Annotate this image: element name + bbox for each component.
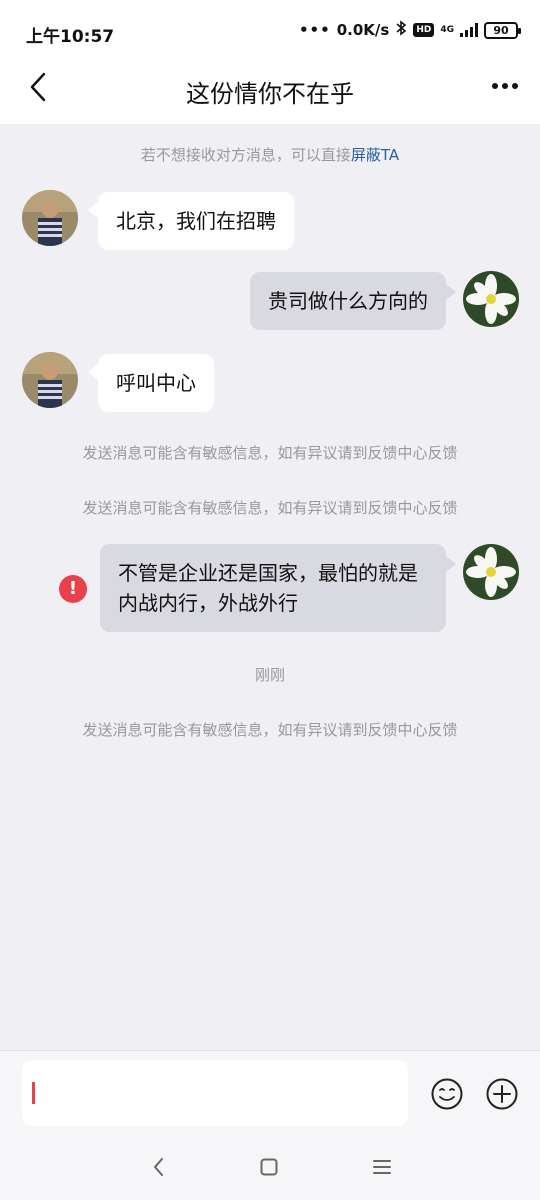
plus-circle-icon xyxy=(486,1078,518,1110)
page-title: 这份情你不在乎 xyxy=(186,80,354,108)
nav-menu-icon xyxy=(373,1160,391,1174)
message-timestamp: 刚刚 xyxy=(254,666,285,684)
system-navigation-bar xyxy=(0,1136,540,1200)
message-bubble-incoming[interactable]: 北京，我们在招聘 xyxy=(98,192,294,250)
bubble-tail xyxy=(446,556,456,572)
text-caret xyxy=(32,1082,35,1104)
more-options-button[interactable] xyxy=(490,74,520,98)
nav-back-icon xyxy=(154,1158,163,1176)
bluetooth-icon xyxy=(395,20,407,40)
more-dots-icon xyxy=(492,83,518,89)
network-speed: 0.0K/s xyxy=(336,21,390,39)
my-avatar[interactable] xyxy=(463,271,519,327)
notification-dots-icon: ••• xyxy=(298,21,331,39)
contact-avatar[interactable] xyxy=(22,190,78,246)
status-indicators: ••• 0.0K/s HD 4G 90 xyxy=(298,20,521,40)
bubble-tail xyxy=(88,364,98,380)
chat-area[interactable]: 若不想接收对方消息，可以直接屏蔽TA 北京，我们在招聘 贵司做什么方向的 呼叫中… xyxy=(0,124,540,1050)
message-bubble-outgoing[interactable]: 贵司做什么方向的 xyxy=(250,272,446,330)
battery-icon: 90 xyxy=(484,21,521,39)
message-bubble-incoming[interactable]: 呼叫中心 xyxy=(98,354,214,412)
nav-home-button[interactable] xyxy=(259,1157,279,1177)
more-actions-button[interactable] xyxy=(485,1077,519,1111)
signal-icon xyxy=(460,23,478,37)
system-notice: 发送消息可能含有敏感信息，如有异议请到反馈中心反馈 xyxy=(82,444,458,462)
block-user-link[interactable]: 屏蔽TA xyxy=(351,146,399,164)
status-bar: 上午10:57 ••• 0.0K/s HD 4G 90 xyxy=(0,0,540,62)
input-bar xyxy=(0,1050,540,1136)
bubble-tail xyxy=(88,202,98,218)
network-type: 4G xyxy=(440,24,454,35)
nav-home-icon xyxy=(260,1158,278,1176)
message-bubble-outgoing[interactable]: 不管是企业还是国家，最怕的就是内战内行，外战外行 xyxy=(100,544,446,632)
contact-avatar[interactable] xyxy=(22,352,78,408)
emoji-button[interactable] xyxy=(430,1077,464,1111)
send-failed-icon[interactable]: ! xyxy=(59,575,87,603)
my-avatar[interactable] xyxy=(463,544,519,600)
message-input[interactable] xyxy=(22,1060,408,1126)
nav-back-button[interactable] xyxy=(148,1156,170,1178)
block-notice: 若不想接收对方消息，可以直接屏蔽TA xyxy=(0,144,540,165)
status-time: 上午10:57 xyxy=(26,27,115,47)
chat-header: 这份情你不在乎 xyxy=(0,62,540,124)
smiley-icon xyxy=(431,1078,463,1110)
block-notice-text: 若不想接收对方消息，可以直接 xyxy=(140,146,351,164)
system-notice: 发送消息可能含有敏感信息，如有异议请到反馈中心反馈 xyxy=(82,721,458,739)
hd-badge: HD xyxy=(413,23,435,37)
bubble-tail xyxy=(446,284,456,300)
nav-recents-button[interactable] xyxy=(372,1158,392,1176)
system-notice: 发送消息可能含有敏感信息，如有异议请到反馈中心反馈 xyxy=(82,499,458,517)
